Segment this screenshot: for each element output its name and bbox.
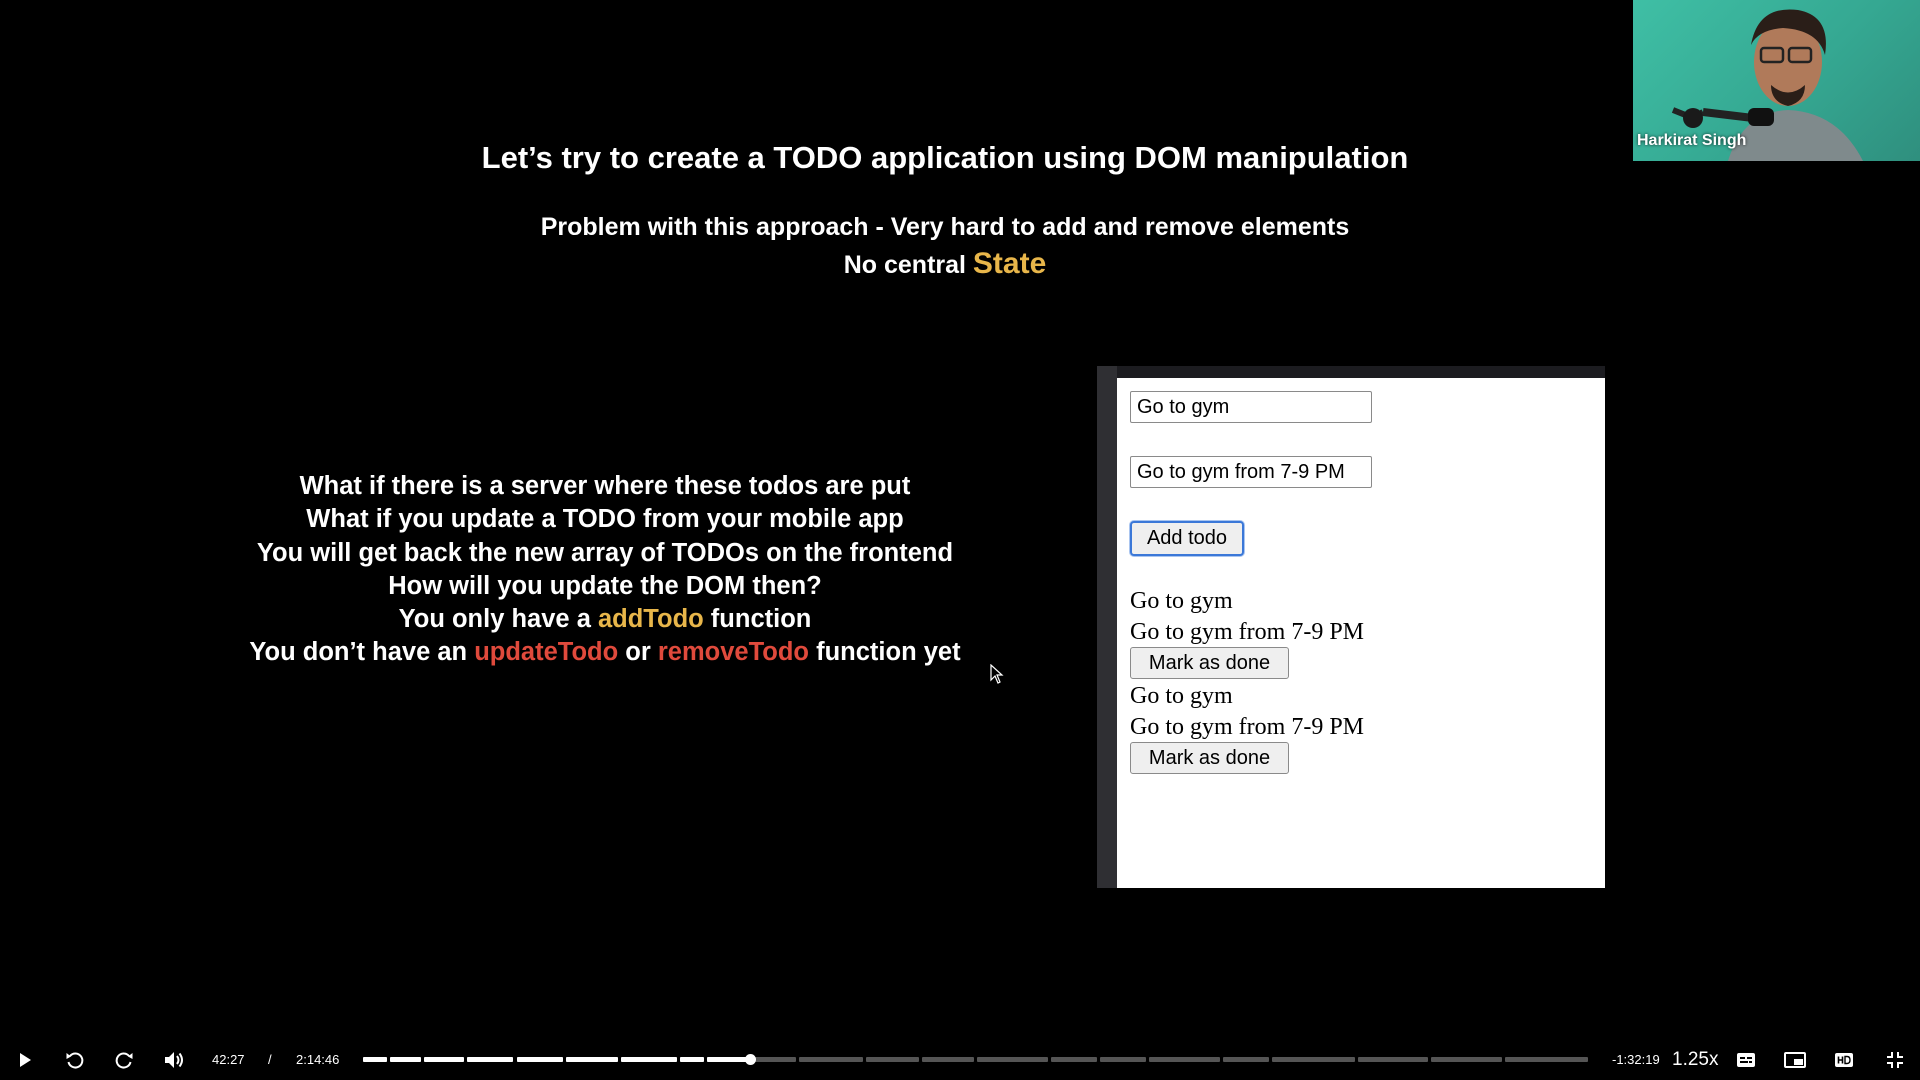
issues-list: What if there is a server where these to…: [205, 470, 1005, 670]
progress-segment: [390, 1057, 422, 1062]
presenter-name: Harkirat Singh: [1637, 132, 1747, 149]
todo-description: Go to gym from 7-9 PM: [1130, 619, 1364, 645]
rewind-icon: [66, 1052, 84, 1069]
progress-segment: [1431, 1057, 1503, 1062]
issue-line-array: You will get back the new array of TODOs…: [256, 538, 954, 567]
volume-icon: [165, 1052, 183, 1068]
exit-fullscreen-button[interactable]: [1882, 1046, 1908, 1074]
central-state-line: No central State: [0, 247, 1890, 281]
hd-icon: [1835, 1053, 1853, 1067]
todo-description-input[interactable]: [1130, 456, 1372, 488]
progress-segment: [1099, 1057, 1146, 1062]
devtools-side-bar: [1097, 366, 1117, 888]
progress-segment: [1505, 1057, 1588, 1062]
forward-icon: [115, 1052, 133, 1069]
removetodo-highlight: removeTodo: [657, 638, 809, 667]
progress-segment: [921, 1057, 974, 1062]
progress-segment: [424, 1057, 465, 1062]
issue-text: function yet: [809, 638, 961, 667]
progress-segment: [516, 1057, 563, 1062]
issue-line-server: What if there is a server where these to…: [299, 472, 911, 500]
player-controls: 42:27 / 2:14:46 -1:32:19 1.25x: [0, 1040, 1920, 1080]
progress-segment: [565, 1057, 618, 1062]
progress-segment: [363, 1057, 388, 1062]
progress-segment: [467, 1057, 514, 1062]
progress-fill: [363, 1057, 388, 1062]
progress-segment: [1148, 1057, 1220, 1062]
issue-text: You don’t have an: [249, 638, 475, 667]
picture-in-picture-button[interactable]: [1782, 1046, 1808, 1074]
volume-button[interactable]: [161, 1046, 187, 1074]
progress-segment: [1222, 1057, 1269, 1062]
current-time: 42:27: [212, 1052, 245, 1067]
progress-fill: [424, 1057, 465, 1062]
progress-segment: [749, 1057, 796, 1062]
mouse-cursor-icon: [990, 664, 1004, 684]
progress-thumb[interactable]: [744, 1054, 756, 1065]
updatetodo-highlight: updateTodo: [474, 638, 619, 667]
todo-description: Go to gym from 7-9 PM: [1130, 714, 1364, 740]
video-stage[interactable]: Let’s try to create a TODO application u…: [0, 0, 1920, 1080]
play-button[interactable]: [12, 1046, 38, 1074]
play-icon: [20, 1053, 31, 1067]
progress-fill: [620, 1057, 677, 1062]
progress-bar[interactable]: [363, 1054, 1591, 1065]
quality-button[interactable]: [1831, 1046, 1857, 1074]
progress-segment: [620, 1057, 677, 1062]
progress-fill: [565, 1057, 618, 1062]
slide-title: Let’s try to create a TODO application u…: [481, 140, 1409, 175]
issue-line-missing-functions: You don’t have an updateTodo or removeTo…: [205, 636, 1005, 669]
issue-text: or: [618, 638, 658, 667]
todo-title: Go to gym: [1130, 588, 1233, 614]
webcam-overlay: Harkirat Singh: [1633, 0, 1920, 161]
issue-line-mobile: What if you update a TODO from your mobi…: [306, 505, 904, 534]
picture-in-picture-icon: [1784, 1052, 1806, 1068]
progress-segment: [1050, 1057, 1097, 1062]
todo-title: Go to gym: [1130, 683, 1233, 709]
addtodo-highlight: addTodo: [597, 605, 704, 634]
state-highlight: State: [972, 247, 1047, 280]
todo-title-input[interactable]: [1130, 391, 1372, 423]
playback-speed-button[interactable]: 1.25x: [1672, 1049, 1718, 1071]
browser-top-bar: [1097, 366, 1605, 378]
progress-segment: [706, 1057, 747, 1062]
mark-as-done-button[interactable]: Mark as done: [1130, 647, 1289, 679]
rewind-button[interactable]: [62, 1046, 88, 1074]
progress-segment: [798, 1057, 864, 1062]
central-prefix: No central: [843, 251, 973, 279]
progress-segment: [977, 1057, 1048, 1062]
progress-segment: [1271, 1057, 1355, 1062]
issue-text: function: [703, 605, 812, 634]
fullscreen-exit-icon: [1887, 1052, 1903, 1068]
issue-text: You only have a: [398, 605, 598, 634]
add-todo-button[interactable]: Add todo: [1130, 521, 1244, 556]
time-separator: /: [268, 1052, 272, 1067]
remaining-time: -1:32:19: [1612, 1052, 1660, 1067]
todo-app-page: Add todo Go to gym Go to gym from 7-9 PM…: [1117, 378, 1605, 888]
progress-fill: [679, 1057, 704, 1062]
progress-fill: [706, 1057, 747, 1062]
progress-fill: [390, 1057, 422, 1062]
progress-fill: [467, 1057, 514, 1062]
duration: 2:14:46: [296, 1052, 340, 1067]
captions-icon: [1737, 1053, 1755, 1067]
problem-statement: Problem with this approach - Very hard t…: [540, 213, 1350, 241]
progress-fill: [516, 1057, 563, 1062]
progress-segment: [1357, 1057, 1429, 1062]
mark-as-done-button[interactable]: Mark as done: [1130, 742, 1289, 774]
issue-line-addtodo: You only have a addTodo function: [205, 603, 1005, 636]
forward-button[interactable]: [111, 1046, 137, 1074]
progress-segment: [866, 1057, 919, 1062]
progress-segment: [679, 1057, 704, 1062]
issue-line-update-dom: How will you update the DOM then?: [388, 571, 822, 600]
captions-button[interactable]: [1733, 1046, 1759, 1074]
